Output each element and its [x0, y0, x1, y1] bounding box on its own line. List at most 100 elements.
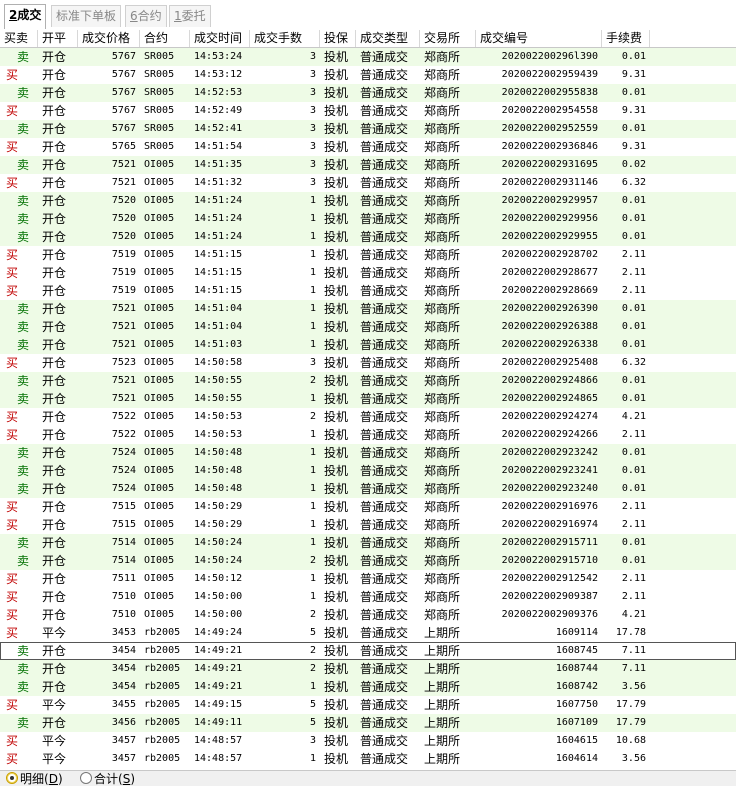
- cell-col-trade-type: 普通成交: [360, 428, 409, 442]
- cell-col-open-close: 开仓: [42, 608, 67, 622]
- cell-col-exchange: 郑商所: [424, 68, 461, 82]
- cell-col-qty: 5: [309, 627, 316, 638]
- table-row[interactable]: 卖开仓 7521 OI005 14:51:04 1 投机 普通成交 郑商所 2020022002…: [0, 318, 736, 336]
- header-col-hedge[interactable]: 投保: [320, 30, 356, 47]
- cell-col-qty: 3: [309, 69, 316, 80]
- cell-col-open-close: 开仓: [42, 194, 67, 208]
- table-row[interactable]: 卖开仓 3454 rb2005 14:49:21 2 投机 普通成交 上期所 1608744 7.…: [0, 660, 736, 678]
- header-col-time[interactable]: 成交时间: [190, 30, 250, 47]
- header-col-trade-id[interactable]: 成交编号: [476, 30, 602, 47]
- table-row[interactable]: 卖开仓 7524 OI005 14:50:48 1 投机 普通成交 郑商所 2020022002…: [0, 444, 736, 462]
- cell-col-open-close: 开仓: [42, 572, 67, 586]
- cell-col-hedge: 投机: [324, 626, 349, 640]
- cell-col-fee: 0.01: [621, 87, 646, 98]
- header-col-trade-type[interactable]: 成交类型: [356, 30, 420, 47]
- tab-trades[interactable]: 2成交: [4, 4, 47, 29]
- cell-col-side: 卖: [17, 158, 30, 172]
- table-row[interactable]: 买 开仓 5765 SR005 14:51:54 3 投机 普通成交 郑商所 2020022002…: [0, 138, 736, 156]
- cell-col-open-close: 开仓: [42, 446, 67, 460]
- table-row[interactable]: 卖开仓 3456 rb2005 14:49:11 5 投机 普通成交 上期所 1607109 17…: [0, 714, 736, 732]
- table-row[interactable]: 买 平今 3455 rb2005 14:49:15 5 投机 普通成交 上期所 1607750 17…: [0, 696, 736, 714]
- cell-col-trade-id: 1607109: [555, 717, 598, 728]
- table-row[interactable]: 买 平今 3457 rb2005 14:48:57 1 投机 普通成交 上期所 1604614 3.…: [0, 750, 736, 768]
- table-row[interactable]: 卖开仓 7520 OI005 14:51:24 1 投机 普通成交 郑商所 2020022002…: [0, 210, 736, 228]
- table-row[interactable]: 卖开仓 3454 rb2005 14:49:21 2 投机 普通成交 上期所 1608745 7.…: [0, 642, 736, 660]
- header-col-fee[interactable]: 手续费: [602, 30, 650, 47]
- cell-col-fee: 2.11: [621, 591, 646, 602]
- table-row[interactable]: 买 开仓 7519 OI005 14:51:15 1 投机 普通成交 郑商所 2020022002…: [0, 282, 736, 300]
- table-row[interactable]: 买 开仓 7519 OI005 14:51:15 1 投机 普通成交 郑商所 2020022002…: [0, 264, 736, 282]
- table-row[interactable]: 买 开仓 5767 SR005 14:52:49 3 投机 普通成交 郑商所 2020022002…: [0, 102, 736, 120]
- table-row[interactable]: 买 开仓 5767 SR005 14:53:12 3 投机 普通成交 郑商所 2020022002…: [0, 66, 736, 84]
- table-row[interactable]: 卖开仓 7521 OI005 14:50:55 1 投机 普通成交 郑商所 2020022002…: [0, 390, 736, 408]
- table-row[interactable]: 买 开仓 7522 OI005 14:50:53 2 投机 普通成交 郑商所 2020022002…: [0, 408, 736, 426]
- cell-col-hedge: 投机: [324, 464, 349, 478]
- table-row[interactable]: 卖开仓 7524 OI005 14:50:48 1 投机 普通成交 郑商所 2020022002…: [0, 480, 736, 498]
- table-row[interactable]: 卖开仓 3454 rb2005 14:49:21 1 投机 普通成交 上期所 1608742 3.…: [0, 678, 736, 696]
- cell-col-exchange: 上期所: [424, 680, 461, 694]
- cell-col-hedge: 投机: [324, 374, 349, 388]
- header-col-qty[interactable]: 成交手数: [250, 30, 320, 47]
- cell-col-trade-type: 普通成交: [360, 446, 409, 460]
- detail-radio[interactable]: 明细(D): [6, 772, 63, 786]
- cell-col-trade-type: 普通成交: [360, 104, 409, 118]
- cell-col-price: 7520: [111, 195, 136, 206]
- cell-col-trade-type: 普通成交: [360, 464, 409, 478]
- table-row[interactable]: 卖开仓 5767 SR005 14:53:24 3 投机 普通成交 郑商所 2020022002…: [0, 48, 736, 66]
- cell-col-side: 卖: [17, 338, 30, 352]
- header-col-side[interactable]: 买卖: [0, 30, 38, 47]
- header-col-open-close[interactable]: 开平: [38, 30, 78, 47]
- cell-col-trade-id: 2020022002926388: [501, 321, 598, 332]
- cell-col-hedge: 投机: [324, 500, 349, 514]
- cell-col-contract: SR005: [144, 51, 175, 62]
- cell-col-trade-id: 1604614: [555, 753, 598, 764]
- table-row[interactable]: 卖开仓 7520 OI005 14:51:24 1 投机 普通成交 郑商所 2020022002…: [0, 192, 736, 210]
- cell-col-fee: 2.11: [621, 249, 646, 260]
- table-row[interactable]: 卖开仓 7524 OI005 14:50:48 1 投机 普通成交 郑商所 2020022002…: [0, 462, 736, 480]
- header-col-exchange[interactable]: 交易所: [420, 30, 476, 47]
- table-row[interactable]: 买 开仓 7511 OI005 14:50:12 1 投机 普通成交 郑商所 2020022002…: [0, 570, 736, 588]
- cell-col-exchange: 郑商所: [424, 446, 461, 460]
- table-row[interactable]: 买 开仓 7519 OI005 14:51:15 1 投机 普通成交 郑商所 2020022002…: [0, 246, 736, 264]
- table-row[interactable]: 买 开仓 7510 OI005 14:50:00 1 投机 普通成交 郑商所 2020022002…: [0, 588, 736, 606]
- cell-col-contract: rb2005: [144, 717, 181, 728]
- cell-col-contract: OI005: [144, 267, 175, 278]
- cell-col-qty: 5: [309, 699, 316, 710]
- header-col-price[interactable]: 成交价格: [78, 30, 140, 47]
- table-row[interactable]: 买 开仓 7523 OI005 14:50:58 3 投机 普通成交 郑商所 2020022002…: [0, 354, 736, 372]
- tab-orders[interactable]: 1委托: [169, 5, 211, 27]
- cell-col-contract: OI005: [144, 159, 175, 170]
- table-row[interactable]: 买 开仓 7521 OI005 14:51:32 3 投机 普通成交 郑商所 2020022002…: [0, 174, 736, 192]
- table-row[interactable]: 卖开仓 7520 OI005 14:51:24 1 投机 普通成交 郑商所 2020022002…: [0, 228, 736, 246]
- cell-col-side: 卖: [17, 320, 30, 334]
- total-radio[interactable]: 合计(S): [80, 772, 135, 786]
- cell-col-open-close: 开仓: [42, 158, 67, 172]
- table-row[interactable]: 卖开仓 7521 OI005 14:51:04 1 投机 普通成交 郑商所 2020022002…: [0, 300, 736, 318]
- tab-contracts[interactable]: 6合约: [125, 5, 167, 27]
- table-row[interactable]: 买 平今 3457 rb2005 14:48:57 3 投机 普通成交 上期所 1604615 10…: [0, 732, 736, 750]
- cell-col-hedge: 投机: [324, 392, 349, 406]
- header-col-contract[interactable]: 合约: [140, 30, 190, 47]
- table-row[interactable]: 卖开仓 7521 OI005 14:51:35 3 投机 普通成交 郑商所 2020022002…: [0, 156, 736, 174]
- tab-order-board[interactable]: 标准下单板: [51, 5, 122, 27]
- cell-col-side: 卖: [17, 122, 30, 136]
- table-row[interactable]: 卖开仓 7514 OI005 14:50:24 1 投机 普通成交 郑商所 2020022002…: [0, 534, 736, 552]
- table-row[interactable]: 买 平今 3453 rb2005 14:49:24 5 投机 普通成交 上期所 1609114 17…: [0, 624, 736, 642]
- cell-col-hedge: 投机: [324, 212, 349, 226]
- cell-col-trade-type: 普通成交: [360, 716, 409, 730]
- table-row[interactable]: 卖开仓 7514 OI005 14:50:24 2 投机 普通成交 郑商所 2020022002…: [0, 552, 736, 570]
- table-row[interactable]: 卖开仓 7521 OI005 14:51:03 1 投机 普通成交 郑商所 2020022002…: [0, 336, 736, 354]
- table-row[interactable]: 卖开仓 7521 OI005 14:50:55 2 投机 普通成交 郑商所 2020022002…: [0, 372, 736, 390]
- table-row[interactable]: 买 开仓 7515 OI005 14:50:29 1 投机 普通成交 郑商所 2020022002…: [0, 516, 736, 534]
- table-row[interactable]: 卖开仓 5767 SR005 14:52:53 3 投机 普通成交 郑商所 2020022002…: [0, 84, 736, 102]
- table-row[interactable]: 买 开仓 7515 OI005 14:50:29 1 投机 普通成交 郑商所 2020022002…: [0, 498, 736, 516]
- cell-col-side: 卖: [17, 680, 30, 694]
- cell-col-side: 买: [6, 698, 19, 712]
- table-row[interactable]: 卖开仓 5767 SR005 14:52:41 3 投机 普通成交 郑商所 2020022002…: [0, 120, 736, 138]
- cell-col-open-close: 开仓: [42, 122, 67, 136]
- cell-col-time: 14:51:04: [194, 321, 243, 332]
- table-row[interactable]: 买 开仓 7522 OI005 14:50:53 1 投机 普通成交 郑商所 2020022002…: [0, 426, 736, 444]
- cell-col-time: 14:51:35: [194, 159, 243, 170]
- table-row[interactable]: 买 开仓 7510 OI005 14:50:00 2 投机 普通成交 郑商所 2020022002…: [0, 606, 736, 624]
- cell-col-qty: 1: [309, 303, 316, 314]
